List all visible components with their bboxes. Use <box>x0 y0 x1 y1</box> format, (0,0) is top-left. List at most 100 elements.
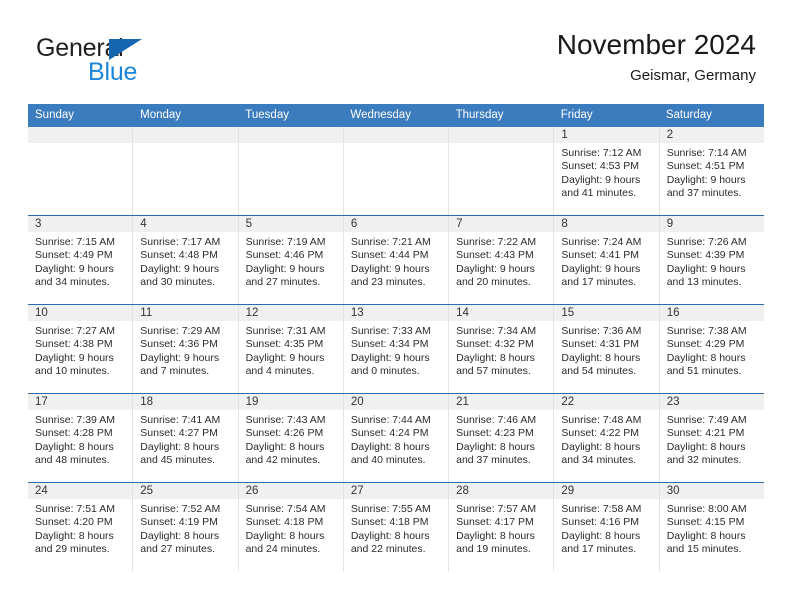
day-details: Sunrise: 7:26 AM Sunset: 4:39 PM Daylight:… <box>660 232 764 290</box>
weekday-header-saturday: Saturday <box>665 109 712 121</box>
daylight-duration-line1: Daylight: 8 hours <box>666 529 746 542</box>
day-details: Sunrise: 7:41 AM Sunset: 4:27 PM Daylight:… <box>133 410 237 468</box>
calendar-weeks: 1 Sunrise: 7:12 AM Sunset: 4:53 PM Daylight… <box>28 127 764 571</box>
daylight-duration-line1: Daylight: 9 hours <box>140 351 220 364</box>
day-cell[interactable]: 24 Sunrise: 7:51 AM Sunset: 4:20 PM Dayligh… <box>28 483 134 571</box>
day-details: Sunrise: 7:54 AM Sunset: 4:18 PM Daylight:… <box>239 499 343 557</box>
day-number: 26 <box>238 483 343 499</box>
sunset-time: Sunset: 4:22 PM <box>561 427 640 440</box>
day-cell[interactable]: 12 Sunrise: 7:31 AM Sunset: 4:35 PM Dayligh… <box>238 305 344 393</box>
daylight-duration-line1: Daylight: 9 hours <box>666 262 746 275</box>
day-cell[interactable]: 22 Sunrise: 7:48 AM Sunset: 4:22 PM Dayligh… <box>554 394 660 482</box>
sunset-time: Sunset: 4:20 PM <box>35 516 113 529</box>
day-cell[interactable]: 13 Sunrise: 7:33 AM Sunset: 4:34 PM Dayligh… <box>343 305 450 393</box>
sunset-time: Sunset: 4:49 PM <box>35 249 113 262</box>
sunset-time: Sunset: 4:43 PM <box>456 249 534 262</box>
daylight-duration-line1: Daylight: 9 hours <box>35 351 114 364</box>
day-details: Sunrise: 7:44 AM Sunset: 4:24 PM Daylight:… <box>344 410 448 468</box>
daylight-duration-line2: and 30 minutes. <box>140 276 215 289</box>
sunrise-time: Sunrise: 7:17 AM <box>140 236 221 248</box>
day-cell[interactable]: 17 Sunrise: 7:39 AM Sunset: 4:28 PM Dayligh… <box>28 394 134 482</box>
calendar-week-row: 17 Sunrise: 7:39 AM Sunset: 4:28 PM Dayligh… <box>28 393 764 482</box>
sunset-time: Sunset: 4:53 PM <box>561 160 640 173</box>
day-cell[interactable]: 11 Sunrise: 7:29 AM Sunset: 4:36 PM Dayligh… <box>133 305 239 393</box>
day-cell-empty <box>449 127 555 215</box>
day-cell[interactable]: 16 Sunrise: 7:38 AM Sunset: 4:29 PM Dayligh… <box>659 305 764 393</box>
day-cell[interactable]: 1 Sunrise: 7:12 AM Sunset: 4:53 PM Daylight… <box>554 127 660 215</box>
sunrise-time: Sunrise: 7:41 AM <box>140 414 221 426</box>
day-details <box>239 143 343 147</box>
daylight-duration-line1: Daylight: 8 hours <box>456 351 535 364</box>
sunset-time: Sunset: 4:18 PM <box>245 516 324 529</box>
day-cell[interactable]: 3 Sunrise: 7:15 AM Sunset: 4:49 PM Daylight… <box>28 216 134 304</box>
calendar-week-row: 3 Sunrise: 7:15 AM Sunset: 4:49 PM Daylight… <box>28 215 764 304</box>
daylight-duration-line1: Daylight: 8 hours <box>140 440 220 453</box>
day-cell[interactable]: 9 Sunrise: 7:26 AM Sunset: 4:39 PM Daylight… <box>659 216 764 304</box>
sunset-time: Sunset: 4:41 PM <box>561 249 640 262</box>
daylight-duration-line1: Daylight: 8 hours <box>350 529 430 542</box>
sunset-time: Sunset: 4:39 PM <box>666 249 745 262</box>
daylight-duration-line1: Daylight: 9 hours <box>350 262 430 275</box>
day-cell[interactable]: 28 Sunrise: 7:57 AM Sunset: 4:17 PM Dayligh… <box>449 483 555 571</box>
day-details: Sunrise: 7:38 AM Sunset: 4:29 PM Daylight:… <box>660 321 764 379</box>
day-cell[interactable]: 2 Sunrise: 7:14 AM Sunset: 4:51 PM Daylight… <box>659 127 764 215</box>
day-cell[interactable]: 18 Sunrise: 7:41 AM Sunset: 4:27 PM Dayligh… <box>133 394 239 482</box>
daylight-duration-line2: and 4 minutes. <box>245 365 315 378</box>
day-cell[interactable]: 25 Sunrise: 7:52 AM Sunset: 4:19 PM Dayligh… <box>133 483 239 571</box>
weekday-header-monday: Monday <box>140 109 182 121</box>
day-cell[interactable]: 15 Sunrise: 7:36 AM Sunset: 4:31 PM Dayligh… <box>554 305 660 393</box>
day-cell[interactable]: 5 Sunrise: 7:19 AM Sunset: 4:46 PM Daylight… <box>238 216 344 304</box>
day-number: 27 <box>343 483 449 499</box>
day-details <box>28 143 132 147</box>
day-details: Sunrise: 7:33 AM Sunset: 4:34 PM Daylight:… <box>344 321 448 379</box>
daylight-duration-line2: and 27 minutes. <box>245 276 321 289</box>
day-cell[interactable]: 19 Sunrise: 7:43 AM Sunset: 4:26 PM Dayligh… <box>238 394 344 482</box>
day-cell[interactable]: 7 Sunrise: 7:22 AM Sunset: 4:43 PM Daylight… <box>449 216 555 304</box>
day-cell[interactable]: 4 Sunrise: 7:17 AM Sunset: 4:48 PM Daylight… <box>133 216 239 304</box>
day-number: 8 <box>554 216 659 232</box>
day-details: Sunrise: 7:24 AM Sunset: 4:41 PM Daylight:… <box>554 232 658 290</box>
sunset-time: Sunset: 4:18 PM <box>350 516 429 529</box>
daylight-duration-line1: Daylight: 9 hours <box>561 173 641 186</box>
day-cell[interactable]: 26 Sunrise: 7:54 AM Sunset: 4:18 PM Dayligh… <box>238 483 344 571</box>
daylight-duration-line1: Daylight: 9 hours <box>245 351 325 364</box>
day-details <box>344 143 448 147</box>
day-cell[interactable]: 27 Sunrise: 7:55 AM Sunset: 4:18 PM Dayligh… <box>343 483 450 571</box>
day-details: Sunrise: 7:29 AM Sunset: 4:36 PM Daylight:… <box>133 321 237 379</box>
weekday-header-wednesday: Wednesday <box>350 109 411 121</box>
day-cell[interactable]: 6 Sunrise: 7:21 AM Sunset: 4:44 PM Daylight… <box>343 216 450 304</box>
daylight-duration-line2: and 57 minutes. <box>456 365 531 378</box>
daylight-duration-line1: Daylight: 9 hours <box>456 262 535 275</box>
daylight-duration-line1: Daylight: 9 hours <box>666 173 746 186</box>
day-cell[interactable]: 29 Sunrise: 7:58 AM Sunset: 4:16 PM Dayligh… <box>554 483 660 571</box>
day-cell[interactable]: 21 Sunrise: 7:46 AM Sunset: 4:23 PM Dayligh… <box>449 394 555 482</box>
daylight-duration-line2: and 54 minutes. <box>561 365 637 378</box>
day-details: Sunrise: 7:46 AM Sunset: 4:23 PM Daylight:… <box>449 410 553 468</box>
day-cell[interactable]: 8 Sunrise: 7:24 AM Sunset: 4:41 PM Daylight… <box>554 216 660 304</box>
day-details: Sunrise: 8:00 AM Sunset: 4:15 PM Daylight:… <box>660 499 764 557</box>
sunrise-time: Sunrise: 7:34 AM <box>456 325 537 337</box>
daylight-duration-line2: and 51 minutes. <box>666 365 742 378</box>
day-cell[interactable]: 23 Sunrise: 7:49 AM Sunset: 4:21 PM Dayligh… <box>659 394 764 482</box>
day-number: 11 <box>133 305 238 321</box>
weekday-header-thursday: Thursday <box>455 109 504 121</box>
day-cell[interactable]: 14 Sunrise: 7:34 AM Sunset: 4:32 PM Dayligh… <box>449 305 555 393</box>
title-block: November 2024 Geismar, Germany <box>557 28 756 87</box>
sunset-time: Sunset: 4:32 PM <box>456 338 534 351</box>
day-number: 10 <box>28 305 133 321</box>
daylight-duration-line2: and 41 minutes. <box>561 187 637 200</box>
logo-general-blue[interactable]: General Blue <box>36 34 266 90</box>
daylight-duration-line2: and 13 minutes. <box>666 276 742 289</box>
sunset-time: Sunset: 4:48 PM <box>140 249 218 262</box>
sunrise-time: Sunrise: 7:43 AM <box>245 414 326 426</box>
day-cell-empty <box>238 127 344 215</box>
daylight-duration-line2: and 37 minutes. <box>666 187 742 200</box>
day-details: Sunrise: 7:22 AM Sunset: 4:43 PM Daylight:… <box>449 232 553 290</box>
day-cell[interactable]: 10 Sunrise: 7:27 AM Sunset: 4:38 PM Dayligh… <box>28 305 134 393</box>
day-cell[interactable]: 30 Sunrise: 8:00 AM Sunset: 4:15 PM Dayligh… <box>659 483 764 571</box>
day-cell[interactable]: 20 Sunrise: 7:44 AM Sunset: 4:24 PM Dayligh… <box>343 394 450 482</box>
sunset-time: Sunset: 4:17 PM <box>456 516 534 529</box>
day-number: 21 <box>449 394 554 410</box>
page-subtitle: Geismar, Germany <box>630 67 756 84</box>
daylight-duration-line2: and 34 minutes. <box>561 454 637 467</box>
